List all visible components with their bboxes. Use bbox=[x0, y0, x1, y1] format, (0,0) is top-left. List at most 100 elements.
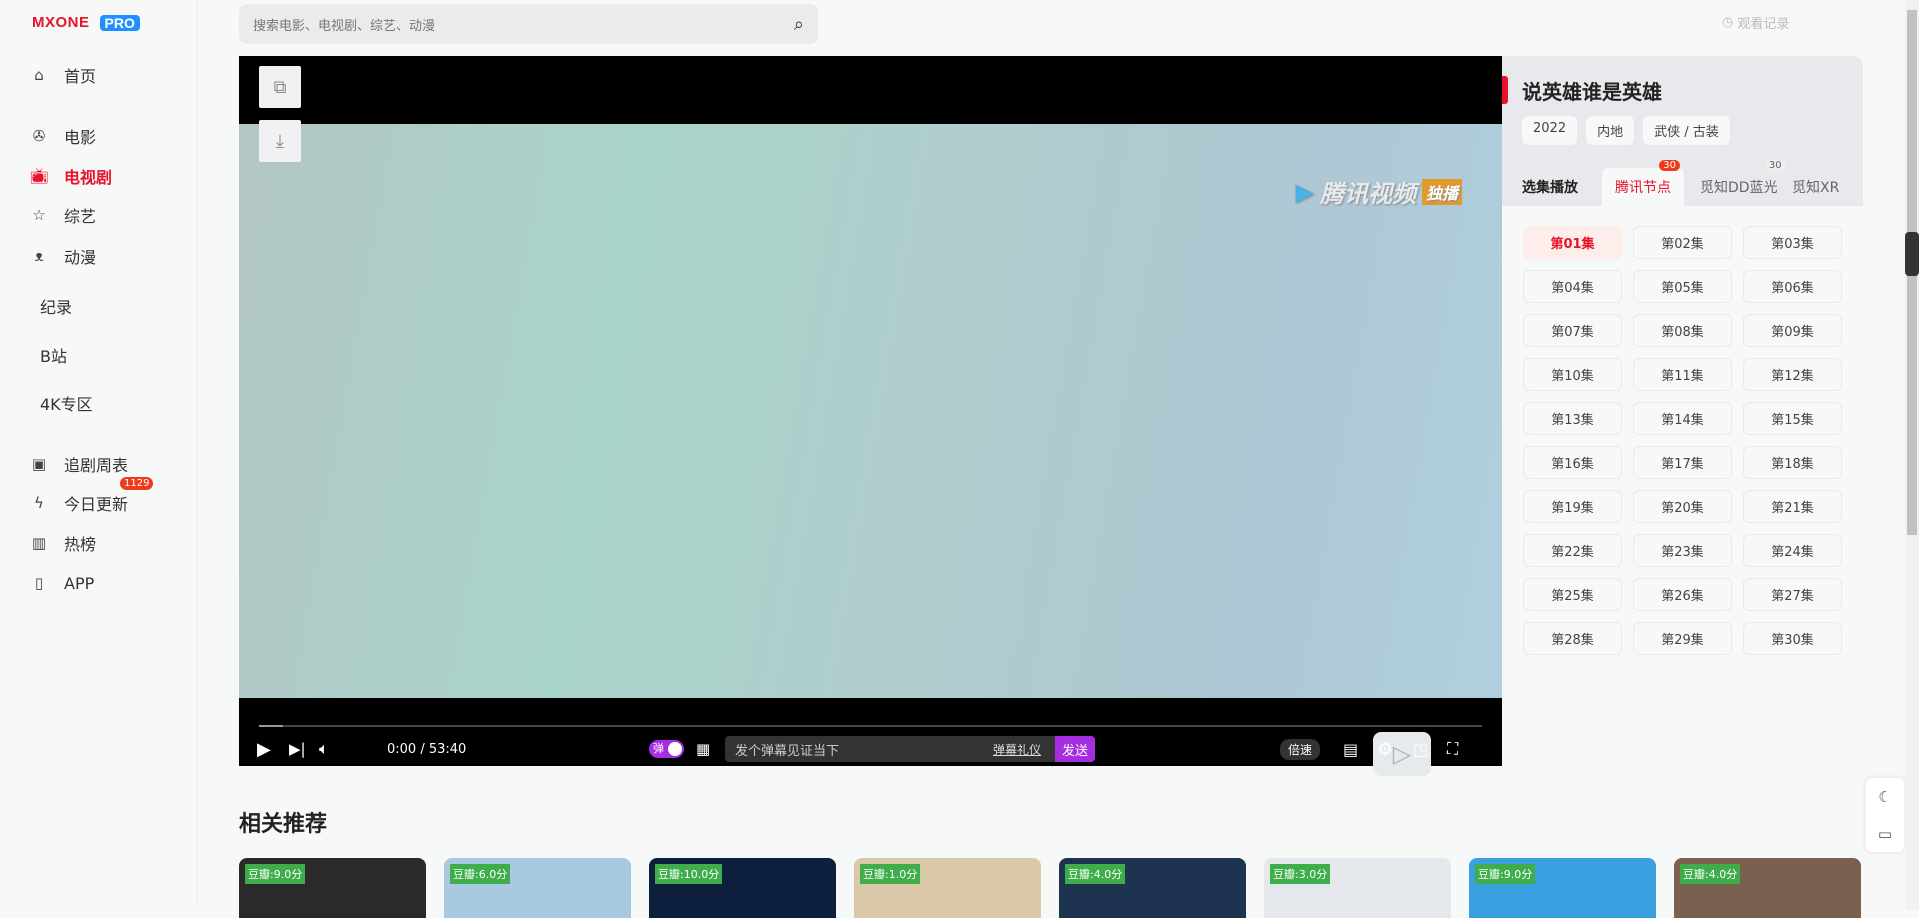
sidebar-item-3[interactable]: ☆ 综艺 bbox=[0, 197, 198, 233]
tag-region[interactable]: 内地 bbox=[1586, 116, 1635, 145]
episode-button[interactable]: 第28集 bbox=[1523, 622, 1622, 655]
star-icon: ☆ bbox=[32, 206, 46, 224]
sidebar-item-6[interactable]: B站 bbox=[0, 337, 198, 373]
progress-bar[interactable] bbox=[259, 725, 1482, 727]
subtitle-icon[interactable]: ▤ bbox=[1343, 740, 1358, 759]
episode-button[interactable]: 第13集 bbox=[1523, 402, 1622, 435]
episode-button[interactable]: 第22集 bbox=[1523, 534, 1622, 567]
episode-button[interactable]: 第18集 bbox=[1743, 446, 1842, 479]
episode-button[interactable]: 第17集 bbox=[1633, 446, 1732, 479]
episode-list: 第01集 第02集 第03集第04集 第05集 第06集第07集 第08集 第09集第10集… bbox=[1502, 206, 1863, 905]
sidebar-item-5[interactable]: 纪录 bbox=[0, 288, 198, 324]
episode-button[interactable]: 第27集 bbox=[1743, 578, 1842, 611]
tab-3[interactable]: 觅知XR bbox=[1792, 168, 1839, 206]
home-icon: ⌂ bbox=[34, 66, 44, 84]
episode-button[interactable]: 第03集 bbox=[1743, 226, 1842, 259]
tab-0: 选集播放 bbox=[1522, 180, 1578, 196]
related-card[interactable]: 豆瓣:3.0分 bbox=[1264, 858, 1451, 918]
tag-genre: 武侠 / 古装 bbox=[1643, 116, 1730, 145]
related-card[interactable]: 豆瓣:6.0分 bbox=[444, 858, 631, 918]
volume-icon[interactable]: 🔈︎ bbox=[319, 739, 329, 759]
chart-icon: ▥ bbox=[31, 534, 47, 552]
sidebar: MXONE PRO ⌂ 首页 ✇ 电影 📺︎ 电视剧 ☆ 综艺 ᴥ 动漫 纪录 B站 4K专区 ▣ 追剧周表 ϟ… bbox=[0, 0, 198, 909]
sidebar-item-7[interactable]: 4K专区 bbox=[0, 385, 198, 421]
play-icon[interactable]: ▶ bbox=[257, 739, 271, 760]
episode-button[interactable]: 第29集 bbox=[1633, 622, 1732, 655]
related-card[interactable]: 豆瓣:4.0分 bbox=[1674, 858, 1861, 918]
sidebar-item-11[interactable]: ▯ APP bbox=[0, 565, 198, 601]
episode-button[interactable]: 第07集 bbox=[1523, 314, 1622, 347]
episode-button[interactable]: 第02集 bbox=[1633, 226, 1732, 259]
episode-button[interactable]: 第05集 bbox=[1633, 270, 1732, 303]
show-title: 说英雄谁是英雄 bbox=[1522, 80, 1662, 104]
danmaku-input[interactable]: 发个弹幕见证当下 弹幕礼仪 发送 bbox=[725, 736, 1095, 762]
douban-score: 豆瓣:1.0分 bbox=[860, 864, 921, 884]
sidebar-item-1[interactable]: ✇ 电影 bbox=[0, 118, 198, 154]
sidebar-item-2[interactable]: 📺︎ 电视剧 bbox=[0, 158, 198, 194]
related-card[interactable]: 豆瓣:9.0分 bbox=[239, 858, 426, 918]
related-card[interactable]: 豆瓣:9.0分 bbox=[1469, 858, 1656, 918]
settings-icon[interactable]: ⚙ bbox=[1377, 739, 1393, 760]
episode-button[interactable]: 第06集 bbox=[1743, 270, 1842, 303]
tag-year[interactable]: 2022 bbox=[1522, 116, 1578, 145]
speed-button[interactable]: 倍速 bbox=[1280, 738, 1321, 760]
logo[interactable]: MXONE PRO bbox=[32, 14, 140, 31]
fullscreen-icon[interactable]: ⛶ bbox=[1447, 739, 1458, 759]
tv-icon: 📺︎ bbox=[29, 167, 49, 185]
tab-2[interactable]: 觅知DD蓝光 30 bbox=[1700, 160, 1786, 206]
sidebar-item-8[interactable]: ▣ 追剧周表 bbox=[0, 446, 198, 482]
episode-button[interactable]: 第23集 bbox=[1633, 534, 1732, 567]
episode-button[interactable]: 第16集 bbox=[1523, 446, 1622, 479]
douban-score: 豆瓣:9.0分 bbox=[245, 864, 306, 884]
danmaku-settings-icon[interactable]: ▦ bbox=[696, 740, 710, 758]
search-icon[interactable]: ⌕ bbox=[794, 14, 804, 35]
episode-button[interactable]: 第09集 bbox=[1743, 314, 1842, 347]
episode-button[interactable]: 第26集 bbox=[1633, 578, 1732, 611]
episode-button[interactable]: 第04集 bbox=[1523, 270, 1622, 303]
sidebar-item-9[interactable]: ϟ 今日更新 1129 bbox=[0, 477, 198, 521]
douban-score: 豆瓣:3.0分 bbox=[1270, 864, 1331, 884]
sidebar-item-10[interactable]: ▥ 热榜 bbox=[0, 525, 198, 561]
scrollbar[interactable] bbox=[1905, 0, 1919, 909]
tab-count-badge: 30 bbox=[1659, 160, 1680, 171]
douban-score: 豆瓣:4.0分 bbox=[1065, 864, 1126, 884]
watch-history-link[interactable]: ◷ 观看记录 bbox=[1722, 13, 1789, 32]
tab-1[interactable]: 腾讯节点 30 bbox=[1602, 160, 1684, 206]
douban-score: 豆瓣:10.0分 bbox=[655, 864, 723, 884]
episode-button[interactable]: 第15集 bbox=[1743, 402, 1842, 435]
danmaku-rules-link[interactable]: 弹幕礼仪 bbox=[993, 741, 1041, 758]
mini-player-icon[interactable]: ◳ bbox=[1413, 740, 1428, 759]
search-input[interactable]: 搜索电影、电视剧、综艺、动漫 ⌕ bbox=[239, 4, 818, 44]
related-card[interactable]: 豆瓣:1.0分 bbox=[854, 858, 1041, 918]
progress-fill bbox=[259, 725, 284, 727]
episode-button[interactable]: 第11集 bbox=[1633, 358, 1732, 391]
sidebar-item-0[interactable]: ⌂ 首页 bbox=[0, 57, 198, 93]
episode-button[interactable]: 第21集 bbox=[1743, 490, 1842, 523]
episode-button[interactable]: 第01集 bbox=[1523, 226, 1622, 259]
danmaku-toggle[interactable]: 弹 bbox=[649, 740, 684, 758]
dark-mode-icon[interactable]: ☾ bbox=[1878, 788, 1891, 806]
episode-button[interactable]: 第20集 bbox=[1633, 490, 1732, 523]
video-frame[interactable]: ▶ 腾讯视频 独播 ▷ bbox=[239, 124, 1502, 776]
next-icon[interactable]: ▶| bbox=[289, 740, 306, 758]
tencent-video-watermark: ▶ 腾讯视频 独播 bbox=[1296, 174, 1462, 209]
episode-button[interactable]: 第14集 bbox=[1633, 402, 1732, 435]
douban-score: 豆瓣:4.0分 bbox=[1680, 864, 1741, 884]
play-logo-icon: ▶ bbox=[1295, 177, 1314, 206]
sidebar-item-4[interactable]: ᴥ 动漫 bbox=[0, 238, 198, 274]
related-card[interactable]: 豆瓣:10.0分 bbox=[649, 858, 836, 918]
episode-button[interactable]: 第08集 bbox=[1633, 314, 1732, 347]
episode-button[interactable]: 第24集 bbox=[1743, 534, 1842, 567]
download-button[interactable]: ⤓ bbox=[259, 120, 301, 162]
pip-button[interactable]: ⧉ bbox=[259, 66, 301, 108]
episode-button[interactable]: 第12集 bbox=[1743, 358, 1842, 391]
related-card[interactable]: 豆瓣:4.0分 bbox=[1059, 858, 1246, 918]
lightning-icon: ϟ bbox=[34, 494, 44, 512]
episode-button[interactable]: 第25集 bbox=[1523, 578, 1622, 611]
episode-button[interactable]: 第19集 bbox=[1523, 490, 1622, 523]
video-player[interactable]: ▶ 腾讯视频 独播 ▷ ⧉ ⤓ ▶ ▶| 🔈︎ 0:00 / 53:40 弹 ▦ 发… bbox=[239, 56, 1502, 776]
send-button[interactable]: 发送 bbox=[1055, 736, 1095, 762]
episode-button[interactable]: 第30集 bbox=[1743, 622, 1842, 655]
episode-button[interactable]: 第10集 bbox=[1523, 358, 1622, 391]
feedback-icon[interactable]: ▭ bbox=[1878, 825, 1892, 843]
